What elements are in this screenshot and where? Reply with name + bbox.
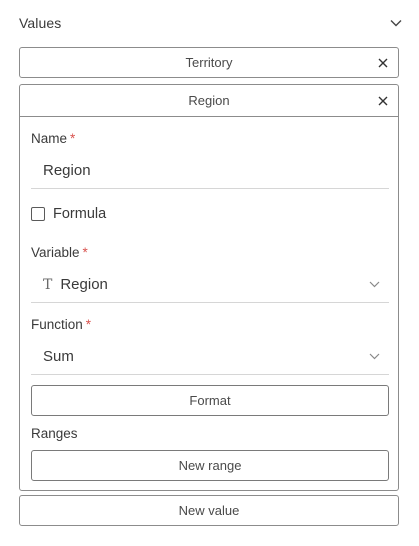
name-input[interactable]: Region [31, 153, 389, 189]
new-range-button[interactable]: New range [31, 450, 389, 481]
variable-label: Variable * [31, 245, 88, 260]
variable-select[interactable]: T Region [31, 267, 389, 303]
variable-select-value: Region [60, 276, 108, 293]
chevron-down-icon[interactable] [389, 16, 403, 30]
close-icon[interactable] [377, 57, 389, 69]
name-label-text: Name [31, 131, 68, 146]
required-marker: * [70, 131, 76, 146]
formula-checkbox[interactable] [31, 207, 45, 221]
chevron-down-icon[interactable] [367, 350, 381, 364]
formula-checkbox-row[interactable]: Formula [31, 206, 106, 222]
section-title: Values [19, 15, 62, 31]
value-item-territory[interactable]: Territory [19, 47, 399, 78]
value-item-label: Territory [185, 55, 233, 70]
close-icon[interactable] [377, 95, 389, 107]
function-label-text: Function [31, 317, 83, 332]
value-item-region-header[interactable]: Region [20, 85, 398, 117]
required-marker: * [82, 245, 88, 260]
values-section-header[interactable]: Values [19, 12, 403, 34]
value-item-label: Region [188, 93, 230, 108]
function-label: Function * [31, 317, 91, 332]
value-item-region-panel: Region Name * Region Formula Variable * T … [19, 84, 399, 491]
formula-label: Formula [53, 206, 107, 222]
function-select-value: Sum [43, 348, 74, 365]
new-value-button[interactable]: New value [19, 495, 399, 526]
required-marker: * [85, 317, 92, 332]
function-select[interactable]: Sum [31, 339, 389, 375]
format-button[interactable]: Format [31, 385, 389, 416]
ranges-label: Ranges [31, 426, 78, 441]
variable-label-text: Variable [31, 245, 80, 260]
text-type-icon: T [43, 276, 53, 293]
name-label: Name * [31, 131, 75, 146]
chevron-down-icon[interactable] [367, 278, 381, 292]
name-input-value: Region [43, 162, 91, 179]
